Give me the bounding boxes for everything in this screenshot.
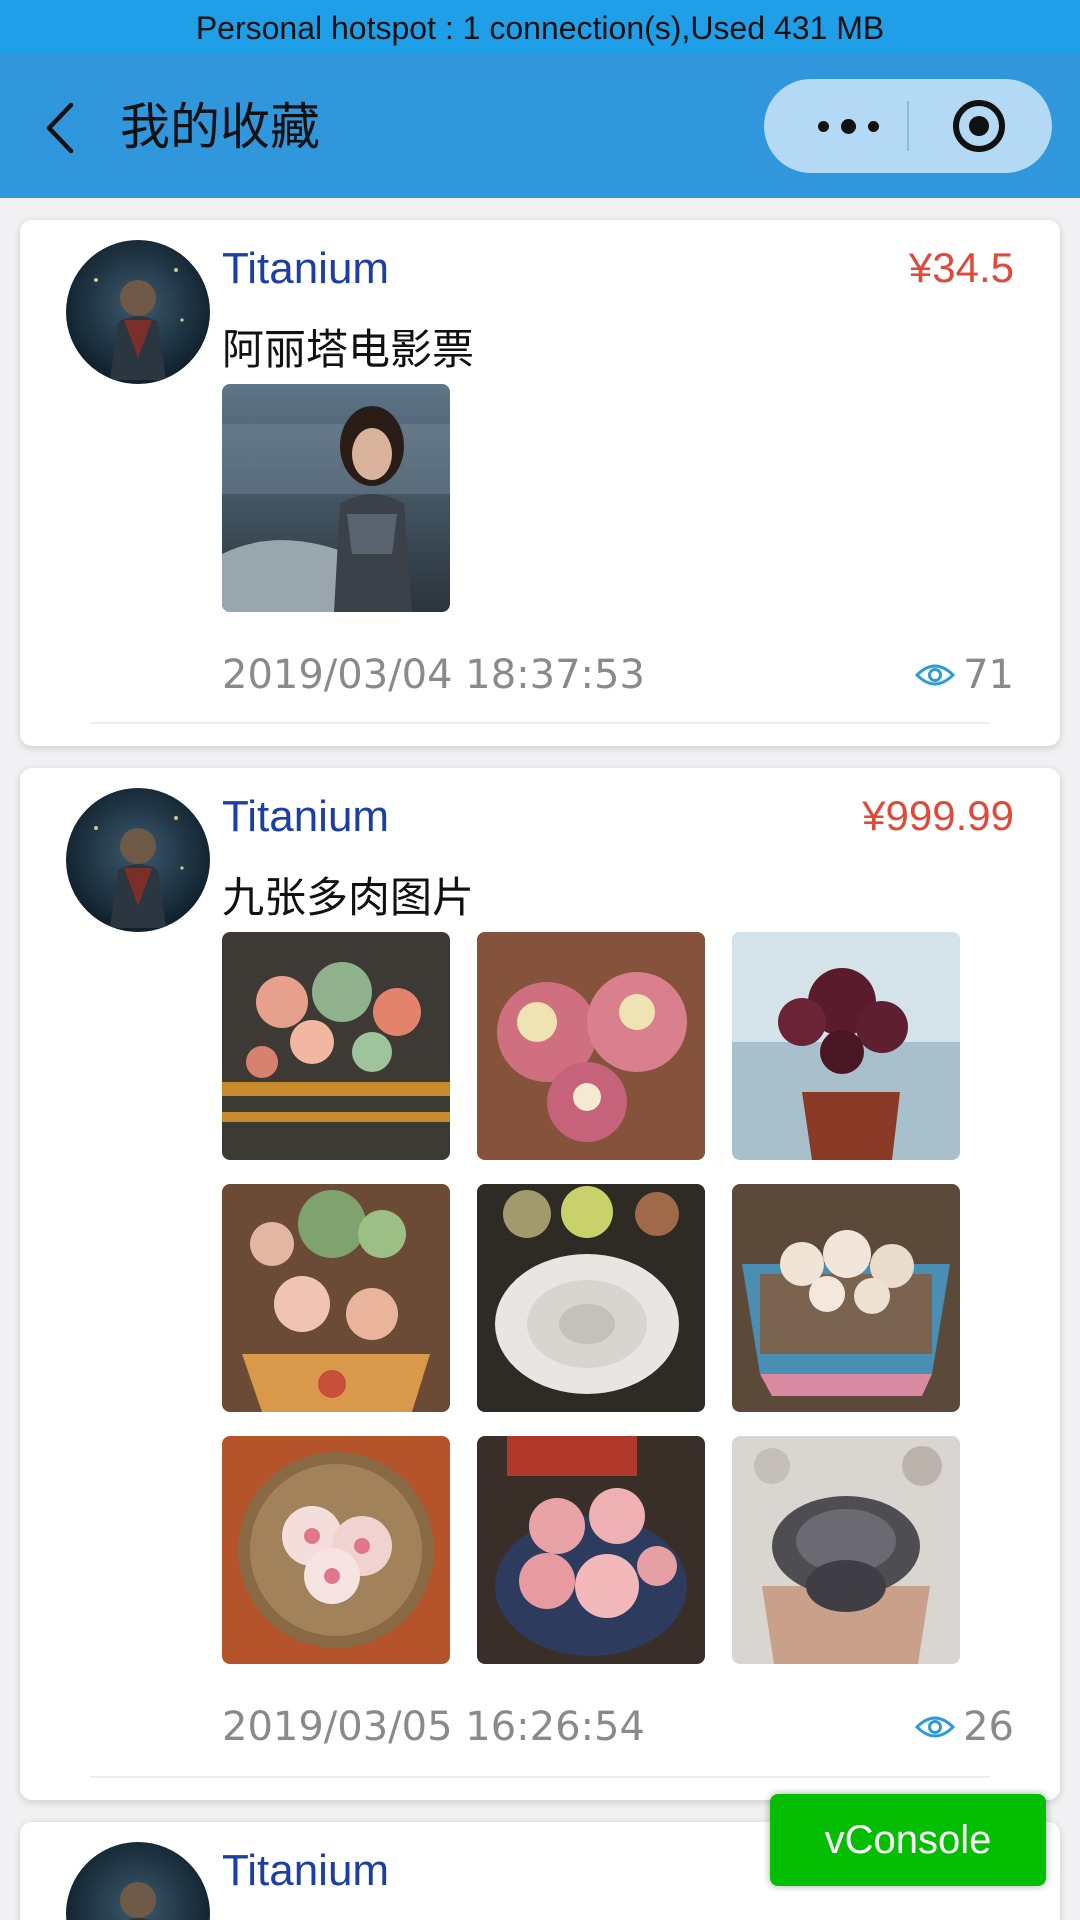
price: ¥999.99 xyxy=(862,792,1014,839)
more-dots-icon xyxy=(817,118,879,134)
status-bar-text: Personal hotspot : 1 connection(s),Used … xyxy=(195,10,885,46)
menu-capsule xyxy=(764,79,1052,173)
post-image[interactable] xyxy=(222,932,450,1160)
price: ¥34.5 xyxy=(908,244,1014,291)
eye-icon xyxy=(915,664,956,686)
close-button[interactable] xyxy=(924,79,1034,173)
username[interactable]: Titanium xyxy=(222,1846,389,1896)
avatar[interactable] xyxy=(66,240,210,384)
item-title: 阿丽塔电影票 xyxy=(222,325,475,374)
vconsole-button[interactable]: vConsole xyxy=(770,1794,1046,1886)
target-circle-icon xyxy=(953,100,1005,152)
status-bar: Personal hotspot : 1 connection(s),Used … xyxy=(0,0,1080,54)
post-image[interactable] xyxy=(732,1184,960,1412)
post-card[interactable]: Titanium ¥999.99 九张多肉图片 2019/03/05 16:26… xyxy=(20,768,1060,1800)
chevron-left-icon xyxy=(46,102,74,154)
capsule-divider xyxy=(907,101,909,151)
avatar[interactable] xyxy=(66,1842,210,1920)
divider xyxy=(90,1776,990,1778)
post-card[interactable]: Titanium ¥34.5 阿丽塔电影票 2019/03/04 18:37:5… xyxy=(20,220,1060,746)
view-count-value: 71 xyxy=(963,652,1014,698)
post-image[interactable] xyxy=(222,1436,450,1664)
eye-icon xyxy=(915,1716,956,1738)
more-button[interactable] xyxy=(794,79,902,173)
username[interactable]: Titanium xyxy=(222,792,389,842)
post-image[interactable] xyxy=(222,1184,450,1412)
timestamp: 2019/03/04 18:37:53 xyxy=(222,652,645,698)
post-image[interactable] xyxy=(222,384,450,612)
page-title: 我的收藏 xyxy=(120,98,320,156)
post-image[interactable] xyxy=(732,932,960,1160)
view-count-value: 26 xyxy=(963,1704,1014,1750)
post-image[interactable] xyxy=(732,1436,960,1664)
post-image[interactable] xyxy=(477,932,705,1160)
view-count: 26 xyxy=(915,1704,1014,1750)
view-count: 71 xyxy=(915,652,1014,698)
username[interactable]: Titanium xyxy=(222,244,389,294)
nav-bar: 我的收藏 xyxy=(0,54,1080,198)
vconsole-label: vConsole xyxy=(824,1817,992,1862)
timestamp: 2019/03/05 16:26:54 xyxy=(222,1704,645,1750)
avatar[interactable] xyxy=(66,788,210,932)
post-image[interactable] xyxy=(477,1184,705,1412)
back-button[interactable] xyxy=(38,98,82,158)
divider xyxy=(90,722,990,724)
item-title: 九张多肉图片 xyxy=(222,873,475,922)
post-image[interactable] xyxy=(477,1436,705,1664)
